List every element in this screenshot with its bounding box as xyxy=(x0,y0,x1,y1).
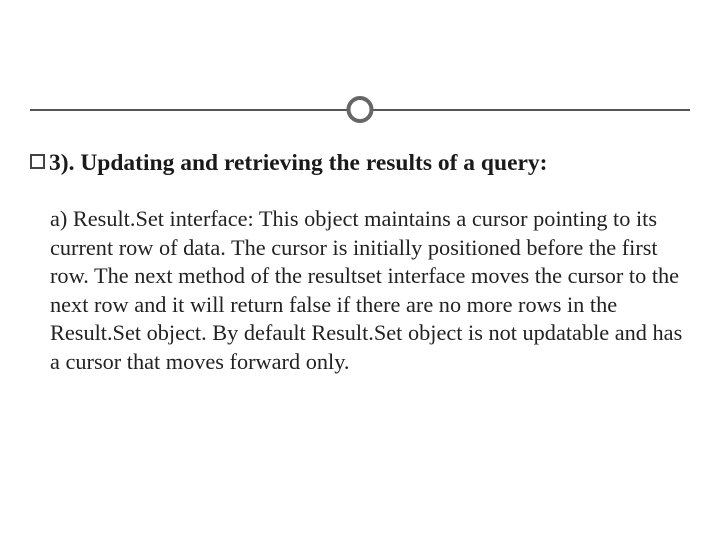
divider-ring-icon xyxy=(347,96,374,123)
slide-content: 3). Updating and retrieving the results … xyxy=(30,148,686,376)
slide-body: a) Result.Set interface: This object mai… xyxy=(50,205,686,376)
heading-row: 3). Updating and retrieving the results … xyxy=(30,148,686,179)
slide: 3). Updating and retrieving the results … xyxy=(0,0,720,540)
bullet-square-icon xyxy=(30,154,45,169)
slide-heading: 3). Updating and retrieving the results … xyxy=(49,148,686,179)
